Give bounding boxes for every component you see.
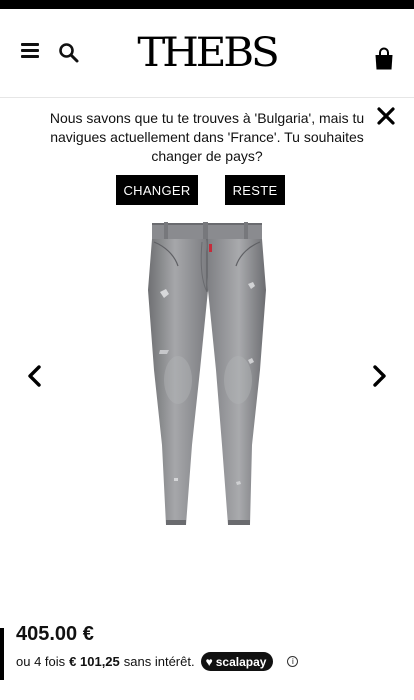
product-price: 405.00 € [16, 623, 94, 645]
scalapay-badge[interactable]: ♥ scalapay [200, 652, 274, 671]
shopping-bag-icon[interactable] [374, 47, 394, 71]
installment-info: ou 4 fois € 101,25 sans intérêt. ♥ scala… [16, 652, 299, 671]
close-icon[interactable] [377, 107, 395, 125]
installment-amount: € 101,25 [69, 654, 120, 669]
product-image[interactable] [140, 220, 274, 538]
installment-suffix: sans intérêt. [123, 654, 195, 669]
site-header: THEBS [0, 9, 414, 98]
search-icon[interactable] [58, 42, 80, 64]
installment-prefix: ou 4 fois [16, 654, 66, 669]
chevron-right-icon[interactable] [368, 363, 390, 389]
heart-icon: ♥ [205, 654, 213, 669]
change-country-button[interactable]: CHANGER [116, 175, 198, 205]
product-gallery [0, 218, 414, 548]
stay-button[interactable]: RESTE [225, 175, 285, 205]
hamburger-menu-icon[interactable] [21, 43, 39, 59]
price-block: 405.00 € ou 4 fois € 101,25 sans intérêt… [0, 615, 414, 685]
scalapay-label: scalapay [215, 654, 267, 669]
status-bar [0, 0, 414, 9]
country-banner-message: Nous savons que tu te trouves à 'Bulgari… [49, 110, 365, 164]
site-logo[interactable]: THEBS [136, 31, 279, 75]
price-accent-bar [0, 628, 4, 680]
country-banner: Nous savons que tu te trouves à 'Bulgari… [0, 99, 414, 219]
info-icon[interactable]: i [287, 656, 299, 667]
chevron-left-icon[interactable] [24, 363, 46, 389]
